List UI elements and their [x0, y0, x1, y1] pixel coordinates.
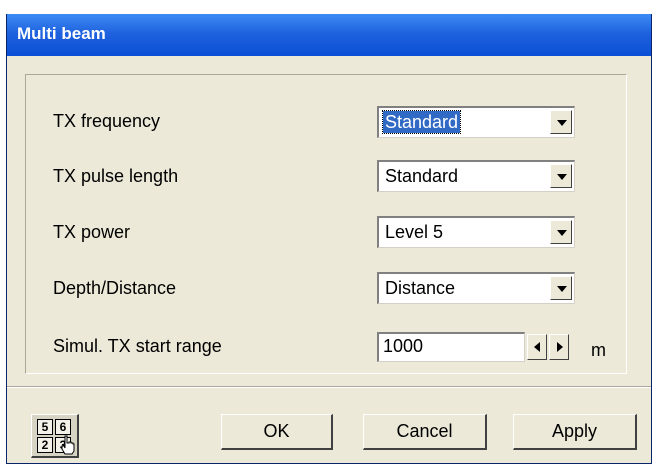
keypad-button[interactable]: 5 6 2 3	[31, 414, 79, 458]
chevron-down-icon[interactable]	[550, 276, 572, 300]
tx-frequency-value: Standard	[381, 110, 462, 134]
simul-tx-start-range-label: Simul. TX start range	[53, 336, 222, 356]
tx-pulse-length-select[interactable]: Standard	[377, 160, 575, 192]
tx-frequency-select[interactable]: Standard	[377, 106, 575, 138]
window-title: Multi beam	[7, 14, 651, 56]
ok-button[interactable]: OK	[221, 414, 333, 450]
chevron-down-icon[interactable]	[550, 220, 572, 244]
tx-power-label: TX power	[53, 222, 131, 242]
tx-pulse-length-label: TX pulse length	[53, 166, 179, 186]
simul-tx-start-range-input[interactable]: 1000	[377, 332, 525, 362]
depth-distance-select[interactable]: Distance	[377, 272, 575, 304]
range-unit: m	[591, 340, 606, 360]
keypad-key: 6	[55, 419, 71, 435]
tx-power-value: Level 5	[385, 222, 444, 242]
chevron-down-icon[interactable]	[550, 110, 572, 134]
depth-distance-label: Depth/Distance	[53, 278, 177, 298]
tx-frequency-label: TX frequency	[53, 111, 161, 131]
hand-cursor-icon	[61, 435, 75, 455]
cancel-button[interactable]: Cancel	[363, 414, 487, 450]
separator	[7, 386, 651, 388]
decrease-arrow-icon[interactable]	[527, 334, 547, 360]
multi-beam-dialog: Multi beam TX frequency Standard TX puls…	[6, 14, 652, 464]
keypad-key: 2	[37, 437, 53, 453]
keypad-key: 5	[37, 419, 53, 435]
tx-power-select[interactable]: Level 5	[377, 216, 575, 248]
tx-pulse-length-value: Standard	[385, 166, 459, 186]
apply-button[interactable]: Apply	[513, 414, 637, 450]
depth-distance-value: Distance	[385, 278, 456, 298]
increase-arrow-icon[interactable]	[549, 334, 569, 360]
chevron-down-icon[interactable]	[550, 164, 572, 188]
